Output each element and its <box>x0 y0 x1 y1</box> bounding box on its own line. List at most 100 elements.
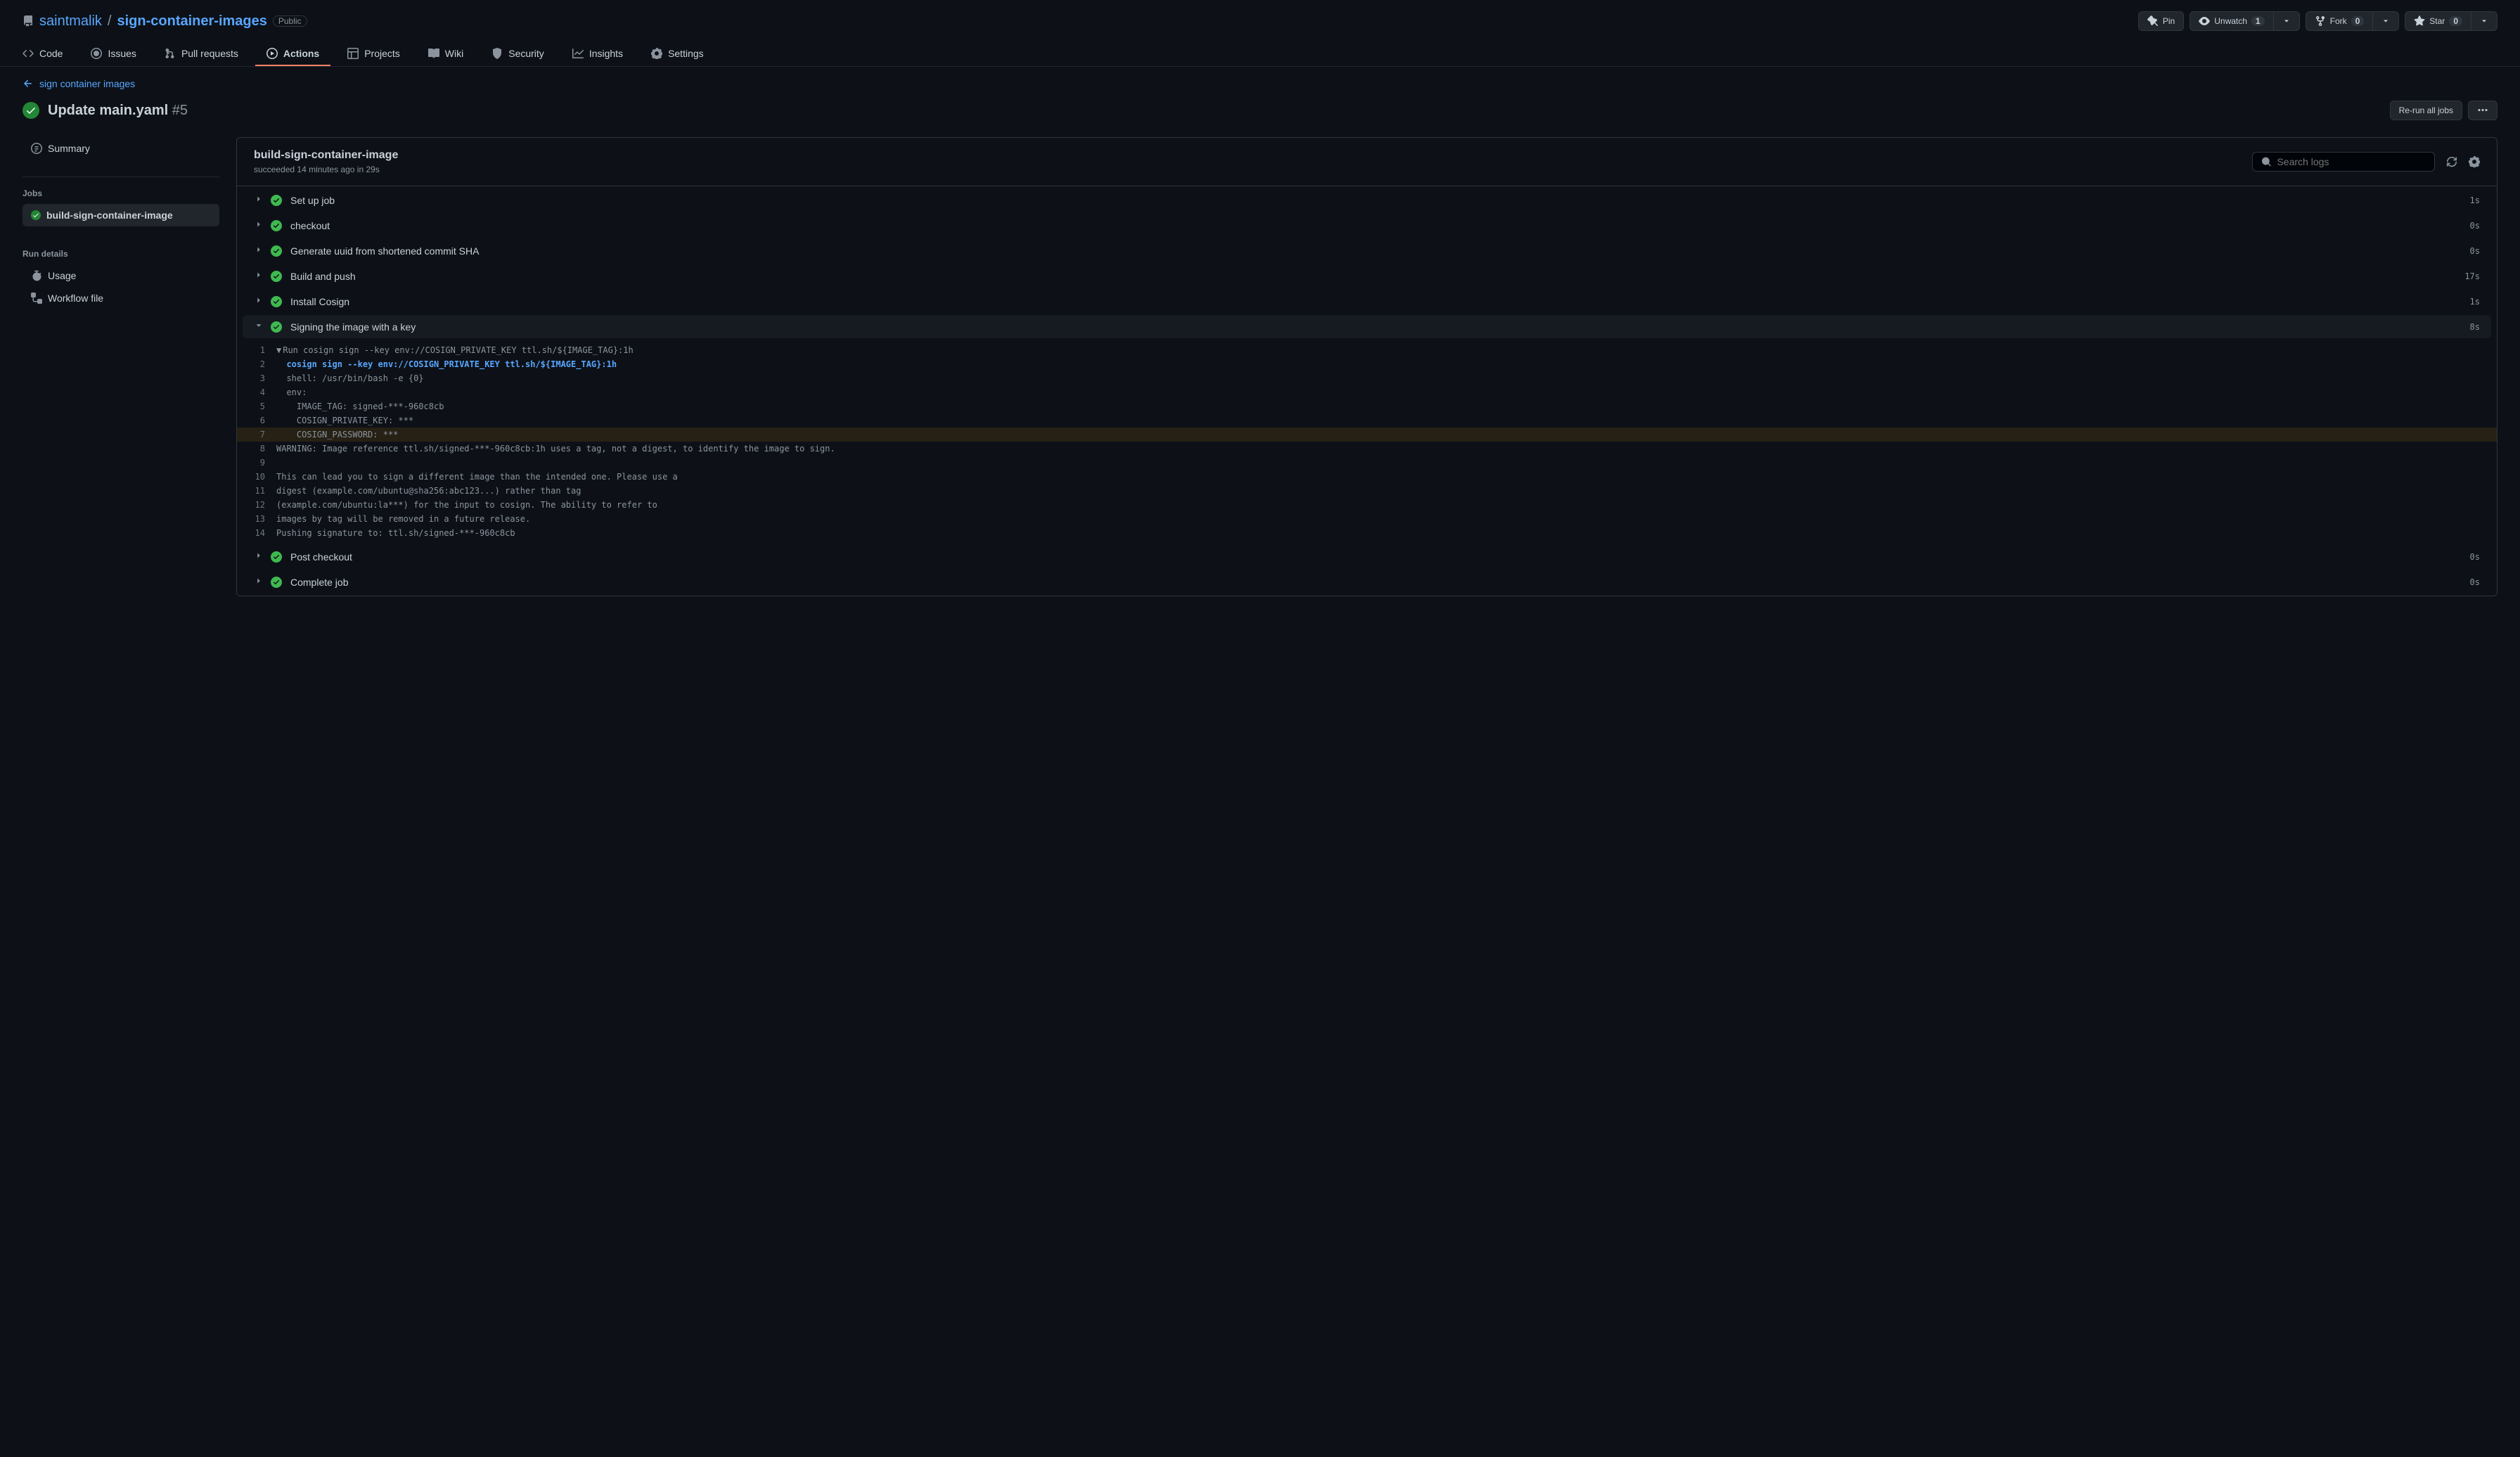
pull-request-icon <box>165 48 176 59</box>
repo-owner-link[interactable]: saintmalik <box>39 13 102 30</box>
rerun-button[interactable]: Re-run all jobs <box>2390 101 2462 120</box>
step-name: Post checkout <box>290 551 2470 563</box>
gear-icon[interactable] <box>2469 156 2480 167</box>
repo-nav: Code Issues Pull requests Actions Projec… <box>0 42 2520 67</box>
job-header-actions <box>2252 152 2480 172</box>
step-row[interactable]: checkout0s <box>243 214 2491 237</box>
tab-security[interactable]: Security <box>480 42 555 66</box>
log-line[interactable]: 4 env: <box>237 385 2497 399</box>
tab-pulls[interactable]: Pull requests <box>153 42 250 66</box>
search-input[interactable] <box>2277 156 2426 167</box>
log-text: COSIGN_PASSWORD: *** <box>276 428 398 442</box>
fork-button[interactable]: Fork 0 <box>2306 11 2374 31</box>
log-line-number: 10 <box>248 470 276 484</box>
fork-dropdown[interactable] <box>2373 11 2399 31</box>
log-line[interactable]: 12(example.com/ubuntu:la***) for the inp… <box>237 498 2497 512</box>
sidebar-item-job[interactable]: build-sign-container-image <box>22 204 219 226</box>
sidebar-item-usage[interactable]: Usage <box>22 264 219 287</box>
log-line[interactable]: 8WARNING: Image reference ttl.sh/signed-… <box>237 442 2497 456</box>
kebab-icon <box>2477 105 2488 116</box>
log-text: WARNING: Image reference ttl.sh/signed-*… <box>276 442 835 456</box>
eye-icon <box>2199 15 2210 27</box>
tab-projects-label: Projects <box>364 48 400 59</box>
step-row[interactable]: Signing the image with a key8s <box>243 315 2491 338</box>
unwatch-label: Unwatch <box>2214 16 2247 26</box>
log-line[interactable]: 9 <box>237 456 2497 470</box>
log-line-number: 13 <box>248 512 276 526</box>
step-row[interactable]: Set up job1s <box>243 188 2491 212</box>
log-line-number: 7 <box>248 428 276 442</box>
step-row[interactable]: Complete job0s <box>243 570 2491 593</box>
tab-insights[interactable]: Insights <box>561 42 634 66</box>
back-link[interactable]: sign container images <box>0 67 2520 95</box>
sidebar-item-summary[interactable]: Summary <box>22 137 219 160</box>
log-text: IMAGE_TAG: signed-***-960c8cb <box>276 399 444 413</box>
tab-wiki[interactable]: Wiki <box>417 42 475 66</box>
tab-insights-label: Insights <box>589 48 623 59</box>
sidebar-workflow-file-label: Workflow file <box>48 293 103 304</box>
check-circle-icon <box>271 271 282 282</box>
repo-icon <box>22 15 34 27</box>
step-row[interactable]: Generate uuid from shortened commit SHA0… <box>243 239 2491 262</box>
log-line[interactable]: 5 IMAGE_TAG: signed-***-960c8cb <box>237 399 2497 413</box>
visibility-badge: Public <box>273 15 307 27</box>
log-text: digest (example.com/ubuntu@sha256:abc123… <box>276 484 586 498</box>
jobs-heading: Jobs <box>22 183 219 204</box>
repo-name-link[interactable]: sign-container-images <box>117 13 266 30</box>
log-line[interactable]: 1▼Run cosign sign --key env://COSIGN_PRI… <box>237 343 2497 357</box>
workflow-menu-button[interactable] <box>2468 101 2498 120</box>
log-line[interactable]: 7 COSIGN_PASSWORD: *** <box>237 428 2497 442</box>
log-text: shell: /usr/bin/bash -e {0} <box>276 371 424 385</box>
step-row[interactable]: Install Cosign1s <box>243 290 2491 313</box>
log-line[interactable]: 3 shell: /usr/bin/bash -e {0} <box>237 371 2497 385</box>
repo-header: saintmalik / sign-container-images Publi… <box>0 0 2520 42</box>
log-text: cosign sign --key env://COSIGN_PRIVATE_K… <box>276 357 617 371</box>
star-button-group: Star 0 <box>2405 11 2498 31</box>
watch-dropdown[interactable] <box>2274 11 2300 31</box>
step-name: Set up job <box>290 195 2470 206</box>
step-time: 0s <box>2470 577 2480 587</box>
star-button[interactable]: Star 0 <box>2405 11 2471 31</box>
job-meta: succeeded 14 minutes ago in 29s <box>254 165 398 174</box>
tab-security-label: Security <box>508 48 544 59</box>
job-title: build-sign-container-image <box>254 149 398 162</box>
pin-button[interactable]: Pin <box>2138 11 2184 31</box>
chevron-down-icon <box>2480 17 2488 25</box>
tab-settings[interactable]: Settings <box>640 42 715 66</box>
watch-count: 1 <box>2251 16 2265 26</box>
repo-actions: Pin Unwatch 1 Fork 0 S <box>2138 11 2498 31</box>
log-line[interactable]: 14Pushing signature to: ttl.sh/signed-**… <box>237 526 2497 540</box>
tab-issues[interactable]: Issues <box>79 42 147 66</box>
chevron-right-icon <box>254 245 265 257</box>
log-line[interactable]: 11digest (example.com/ubuntu@sha256:abc1… <box>237 484 2497 498</box>
unwatch-button[interactable]: Unwatch 1 <box>2190 11 2273 31</box>
play-icon <box>266 48 278 59</box>
log-line-number: 12 <box>248 498 276 512</box>
shield-icon <box>491 48 503 59</box>
sync-icon[interactable] <box>2446 156 2457 167</box>
log-line[interactable]: 13images by tag will be removed in a fut… <box>237 512 2497 526</box>
tab-settings-label: Settings <box>668 48 704 59</box>
log-line-number: 8 <box>248 442 276 456</box>
summary-icon <box>31 143 42 154</box>
tab-projects[interactable]: Projects <box>336 42 411 66</box>
step-row[interactable]: Build and push17s <box>243 264 2491 288</box>
workflow-icon <box>31 293 42 304</box>
search-box[interactable] <box>2252 152 2435 172</box>
log-line[interactable]: 2 cosign sign --key env://COSIGN_PRIVATE… <box>237 357 2497 371</box>
star-dropdown[interactable] <box>2471 11 2498 31</box>
log-text: This can lead you to sign a different im… <box>276 470 683 484</box>
table-icon <box>347 48 359 59</box>
step-row[interactable]: Post checkout0s <box>243 545 2491 568</box>
sidebar-item-workflow-file[interactable]: Workflow file <box>22 287 219 309</box>
sidebar-summary-label: Summary <box>48 143 90 154</box>
check-circle-icon <box>22 102 39 119</box>
workflow-actions: Re-run all jobs <box>2390 101 2498 120</box>
tab-actions[interactable]: Actions <box>255 42 330 66</box>
log-line[interactable]: 6 COSIGN_PRIVATE_KEY: *** <box>237 413 2497 428</box>
sidebar-summary-section: Summary <box>22 137 219 160</box>
tab-code[interactable]: Code <box>11 42 74 66</box>
tab-code-label: Code <box>39 48 63 59</box>
log-line[interactable]: 10This can lead you to sign a different … <box>237 470 2497 484</box>
fork-button-group: Fork 0 <box>2306 11 2400 31</box>
